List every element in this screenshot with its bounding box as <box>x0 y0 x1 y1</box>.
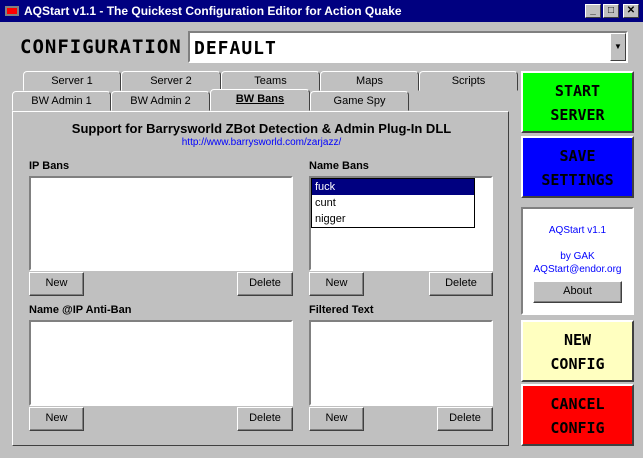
cancel-config-line1: CANCEL <box>550 395 605 413</box>
minimize-button[interactable]: _ <box>585 4 601 18</box>
start-server-line2: SERVER <box>550 106 605 124</box>
cancel-config-button[interactable]: CANCEL CONFIG <box>521 384 634 446</box>
name-bans-new-button[interactable]: New <box>309 272 364 296</box>
title-bar: AQStart v1.1 - The Quickest Configuratio… <box>0 0 643 22</box>
bw-bans-panel: Support for Barrysworld ZBot Detection &… <box>12 111 509 446</box>
ip-bans-new-button[interactable]: New <box>29 272 84 296</box>
start-server-line1: START <box>554 82 601 100</box>
configuration-label: CONFIGURATION <box>20 36 182 58</box>
filtered-text-delete-button[interactable]: Delete <box>437 407 493 431</box>
save-settings-button[interactable]: SAVE SETTINGS <box>521 136 634 198</box>
ip-bans-label: IP Bans <box>29 160 70 172</box>
tab-bw-bans[interactable]: BW Bans <box>210 89 310 111</box>
tab-scripts[interactable]: Scripts <box>419 71 518 91</box>
save-settings-line2: SETTINGS <box>541 171 614 189</box>
list-item[interactable]: cunt <box>312 195 474 211</box>
chevron-down-icon[interactable]: ▼ <box>610 33 626 61</box>
start-server-button[interactable]: START SERVER <box>521 71 634 133</box>
tab-bw-admin-1[interactable]: BW Admin 1 <box>12 91 111 111</box>
name-bans-items: fuck cunt nigger <box>311 178 475 228</box>
filtered-text-new-button[interactable]: New <box>309 407 364 431</box>
cancel-config-line2: CONFIG <box>550 419 605 437</box>
author-text: by GAK <box>560 251 595 262</box>
list-item[interactable]: nigger <box>312 211 474 227</box>
maximize-button[interactable]: □ <box>603 4 619 18</box>
version-text: AQStart v1.1 <box>548 225 607 236</box>
configuration-select[interactable]: DEFAULT ▼ <box>188 31 628 63</box>
tab-server-2[interactable]: Server 2 <box>121 71 221 91</box>
app-icon <box>5 6 19 16</box>
configuration-value: DEFAULT <box>194 38 277 59</box>
about-info-box: AQStart v1.1 by GAK AQStart@endor.org Ab… <box>521 207 634 315</box>
anti-ban-list[interactable] <box>29 320 293 406</box>
anti-ban-delete-button[interactable]: Delete <box>237 407 293 431</box>
tab-maps[interactable]: Maps <box>320 71 419 91</box>
ip-bans-list[interactable] <box>29 176 293 271</box>
new-config-button[interactable]: NEW CONFIG <box>521 320 634 382</box>
about-button[interactable]: About <box>533 281 622 303</box>
barrysworld-link[interactable]: http://www.barrysworld.com/zarjazz/ <box>13 137 510 148</box>
name-bans-list[interactable]: fuck cunt nigger <box>309 176 493 271</box>
anti-ban-label: Name @IP Anti-Ban <box>29 304 132 316</box>
new-config-line2: CONFIG <box>550 355 605 373</box>
email-text: AQStart@endor.org <box>533 264 622 275</box>
panel-title: Support for Barrysworld ZBot Detection &… <box>71 121 452 136</box>
tab-server-1[interactable]: Server 1 <box>23 71 121 91</box>
filtered-text-list[interactable] <box>309 320 493 406</box>
close-button[interactable]: ✕ <box>623 4 639 18</box>
anti-ban-new-button[interactable]: New <box>29 407 84 431</box>
ip-bans-delete-button[interactable]: Delete <box>237 272 293 296</box>
tab-bw-admin-2[interactable]: BW Admin 2 <box>111 91 210 111</box>
tab-teams[interactable]: Teams <box>221 71 320 91</box>
new-config-line1: NEW <box>563 331 592 349</box>
save-settings-line1: SAVE <box>559 147 596 165</box>
window-title: AQStart v1.1 - The Quickest Configuratio… <box>24 4 402 18</box>
list-item[interactable]: fuck <box>312 179 474 195</box>
tab-game-spy[interactable]: Game Spy <box>310 91 409 111</box>
filtered-text-label: Filtered Text <box>309 304 374 316</box>
name-bans-delete-button[interactable]: Delete <box>429 272 493 296</box>
name-bans-label: Name Bans <box>309 160 369 172</box>
